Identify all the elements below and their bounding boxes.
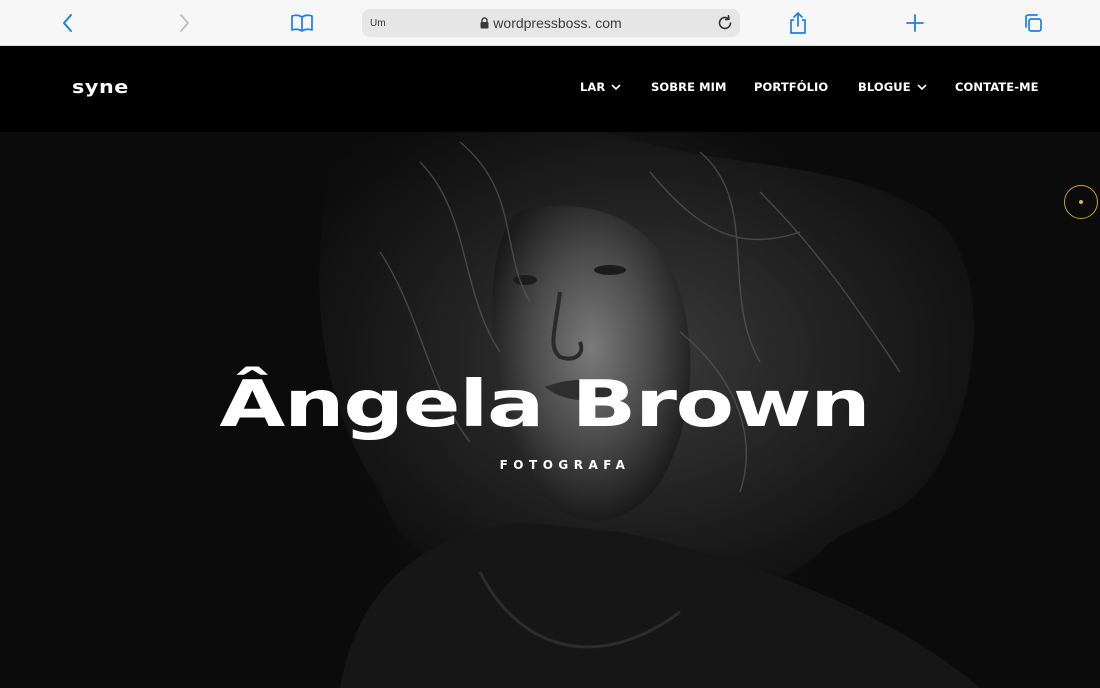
- site-logo[interactable]: syne: [72, 77, 129, 98]
- hero-subtitle: FOTOGRAFA: [499, 458, 631, 472]
- url-text: wordpressboss. com: [362, 15, 740, 31]
- hero-title: Ângela Brown: [219, 368, 870, 442]
- address-bar[interactable]: Um wordpressboss. com: [362, 9, 740, 37]
- forward-button[interactable]: [169, 8, 199, 38]
- tabs-icon: [1025, 14, 1042, 32]
- tabs-button[interactable]: [1018, 8, 1048, 38]
- hero-section: Ângela Brown FOTOGRAFA: [0, 132, 1100, 688]
- bookmarks-icon: [291, 14, 313, 32]
- nav-label: SOBRE MIM: [651, 80, 727, 94]
- back-button[interactable]: [53, 8, 83, 38]
- nav-item-blogue[interactable]: BLOGUE: [858, 80, 927, 94]
- forward-icon: [180, 14, 189, 32]
- scroll-indicator[interactable]: [1064, 185, 1098, 219]
- new-tab-button[interactable]: [900, 8, 930, 38]
- nav-item-portfolio[interactable]: PORTFÓLIO: [754, 80, 828, 94]
- new-tab-icon: [906, 14, 924, 32]
- back-icon: [63, 14, 72, 32]
- bookmarks-button[interactable]: [287, 8, 317, 38]
- chevron-down-icon: [611, 83, 621, 90]
- nav-item-sobre-mim[interactable]: SOBRE MIM: [651, 80, 727, 94]
- url-label: wordpressboss. com: [493, 15, 622, 31]
- reload-icon[interactable]: [716, 14, 734, 32]
- browser-toolbar: Um wordpressboss. com: [0, 0, 1100, 46]
- nav-label: PORTFÓLIO: [754, 80, 829, 94]
- site-header: syne LAR SOBRE MIM PORTFÓLIO BLOGUE CONT…: [0, 46, 1100, 132]
- nav-label: LAR: [580, 80, 606, 94]
- nav-label: BLOGUE: [858, 80, 911, 94]
- nav-item-lar[interactable]: LAR: [580, 80, 621, 94]
- share-icon: [790, 12, 806, 34]
- chevron-down-icon: [917, 83, 927, 90]
- nav-item-contate-me[interactable]: CONTATE-ME: [955, 80, 1039, 94]
- nav-label: CONTATE-ME: [955, 80, 1039, 94]
- lock-icon: [480, 17, 489, 29]
- share-button[interactable]: [783, 8, 813, 38]
